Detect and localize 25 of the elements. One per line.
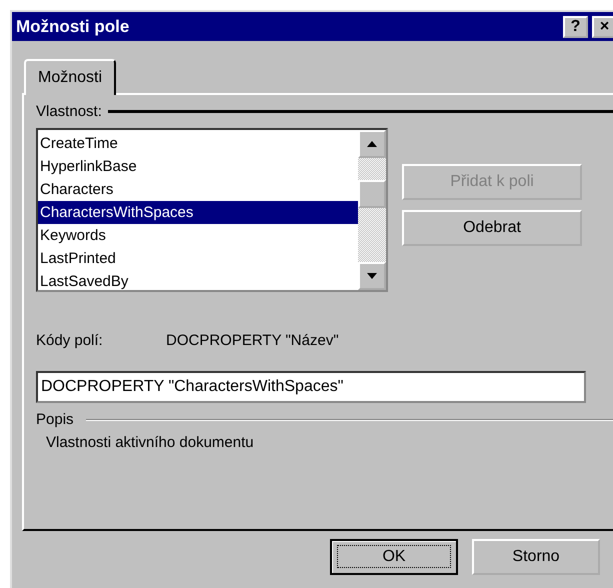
window-title: Možnosti pole [16, 16, 130, 36]
list-item[interactable]: LastPrinted [38, 247, 358, 270]
field-codes-value: DOCPROPERTY "Název" [166, 332, 339, 349]
scroll-thumb[interactable] [358, 180, 386, 208]
list-item[interactable]: Characters [38, 178, 358, 201]
list-item[interactable]: Keywords [38, 224, 358, 247]
property-label: Vlastnost: [36, 103, 102, 120]
tab[interactable]: Možnosti [24, 59, 116, 95]
field-codes-label: Kódy polí: [36, 332, 104, 349]
dialog-button[interactable]: OK [330, 539, 458, 575]
close-button[interactable]: × [592, 16, 613, 38]
list-item[interactable]: CharactersWithSpaces [38, 201, 358, 224]
scroll-down-button[interactable] [358, 262, 386, 290]
list-item[interactable]: HyperlinkBase [38, 155, 358, 178]
side-button[interactable]: Odebrat [402, 210, 582, 246]
dialog-button[interactable]: Storno [472, 539, 600, 575]
list-item[interactable]: LastSavedBy [38, 270, 358, 293]
triangle-up-icon [367, 141, 377, 147]
description-label: Popis [36, 411, 74, 428]
description-text: Vlastnosti aktivního dokumentu [45, 434, 255, 451]
help-button[interactable]: ? [563, 16, 588, 38]
triangle-down-icon [367, 273, 377, 279]
list-item[interactable]: CreateTime [38, 132, 358, 155]
code-input-field[interactable]: DOCPROPERTY "CharactersWithSpaces" [36, 371, 586, 403]
scroll-up-button[interactable] [358, 130, 386, 158]
